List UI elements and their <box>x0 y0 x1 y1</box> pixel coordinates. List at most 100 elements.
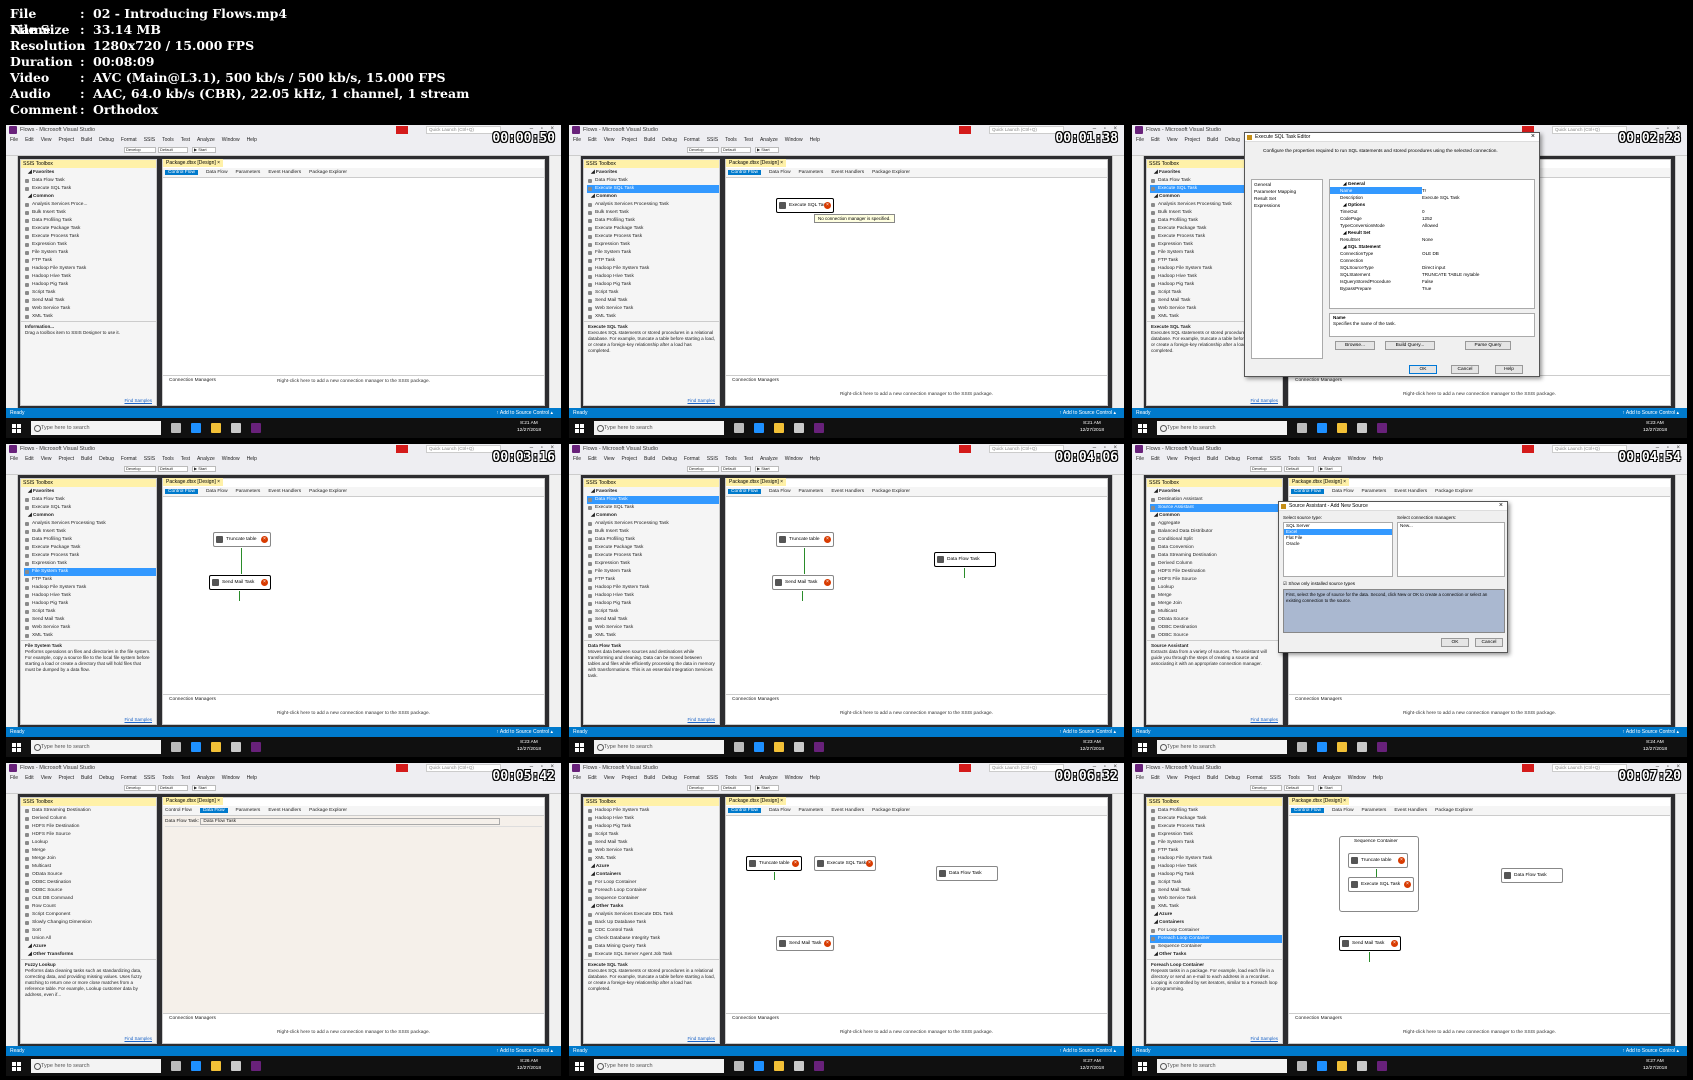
toolbox-item[interactable]: CDC Control Task <box>587 927 719 935</box>
toolbox-item[interactable]: Merge Join <box>1150 600 1282 608</box>
designer-tab[interactable]: Event Handlers <box>831 170 864 175</box>
windows-start-icon[interactable] <box>1138 1061 1147 1071</box>
file-explorer-icon[interactable] <box>774 1061 784 1071</box>
toolbox-item[interactable]: Execute Package Task <box>24 544 156 552</box>
design-canvas[interactable]: Execute SQL Task × No connection manager i… <box>726 178 1107 375</box>
menu-item[interactable]: SSIS <box>144 137 155 143</box>
toolbox-item[interactable]: Foreach Loop Container <box>587 887 719 895</box>
task-view-icon[interactable] <box>734 742 744 752</box>
menu-item[interactable]: File <box>10 456 18 462</box>
menu-item[interactable]: View <box>1167 775 1178 781</box>
edge-icon[interactable] <box>1317 423 1327 433</box>
menu-item[interactable]: Window <box>785 137 803 143</box>
notification-flag-icon[interactable] <box>959 764 971 772</box>
menu-item[interactable]: Test <box>744 137 753 143</box>
property-value[interactable]: Execute SQL Task <box>1422 194 1460 201</box>
toolbox-item[interactable]: Hadoop Hive Task <box>1150 863 1282 871</box>
toolbox-item[interactable]: Send Mail Task <box>587 616 719 624</box>
toolbox-item[interactable]: Web Service Task <box>1150 895 1282 903</box>
toolbox-item[interactable]: Hadoop Hive Task <box>587 592 719 600</box>
toolbox-item[interactable]: Execute Process Task <box>587 233 719 241</box>
tools-icon[interactable] <box>1357 742 1367 752</box>
connection-managers-pane[interactable]: Connection Managers Right-click here to a… <box>1289 1013 1670 1043</box>
toolbox-item[interactable]: Sequence Container <box>587 895 719 903</box>
platform-dropdown[interactable]: Default <box>1284 466 1314 472</box>
toolbox-item[interactable]: Execute SQL Task <box>587 185 719 193</box>
designer-tab[interactable]: Parameters <box>236 808 261 813</box>
menu-item[interactable]: Build <box>81 137 92 143</box>
menu-item[interactable]: Format <box>1247 775 1263 781</box>
menu-item[interactable]: Debug <box>1225 775 1240 781</box>
toolbox-item[interactable]: Sequence Container <box>1150 943 1282 951</box>
toolbox-item[interactable]: Multicast <box>24 863 156 871</box>
toolbox-item[interactable]: HDFS File Destination <box>24 823 156 831</box>
toolbox-item[interactable]: Execute Package Task <box>587 225 719 233</box>
file-explorer-icon[interactable] <box>211 1061 221 1071</box>
config-dropdown[interactable]: Develop <box>1250 785 1282 791</box>
toolbox-item[interactable]: Merge <box>1150 592 1282 600</box>
toolbox-item[interactable]: Expression Task <box>1150 831 1282 839</box>
toolbox-item[interactable]: Expression Task <box>24 241 156 249</box>
windows-start-icon[interactable] <box>12 423 21 433</box>
visual-studio-icon[interactable] <box>1377 423 1387 433</box>
designer-tab[interactable]: Data Flow <box>206 170 228 175</box>
visual-studio-icon[interactable] <box>1377 1061 1387 1071</box>
menu-item[interactable]: Test <box>744 775 753 781</box>
toolbox-item[interactable]: Data Flow Task <box>587 177 719 185</box>
menu-item[interactable]: Build <box>81 775 92 781</box>
menu-item[interactable]: Debug <box>662 456 677 462</box>
toolbox-item[interactable]: Execute Process Task <box>24 233 156 241</box>
property-row[interactable]: Connection <box>1330 257 1534 264</box>
toolbox-item[interactable]: Hadoop Pig Task <box>24 281 156 289</box>
precedence-arrow[interactable] <box>1369 952 1370 962</box>
dialog-buildquery-button[interactable]: Build Query... <box>1385 341 1435 350</box>
toolbox-item[interactable]: Script Task <box>24 289 156 297</box>
toolbox-item[interactable]: Execute SQL Server Agent Job Task <box>587 951 719 959</box>
toolbox-item[interactable]: Hadoop File System Task <box>1150 855 1282 863</box>
document-tab[interactable]: Package.dtsx [Design] × <box>726 797 787 805</box>
menu-item[interactable]: SSIS <box>1270 456 1281 462</box>
designer-tab[interactable]: Package Explorer <box>309 489 347 494</box>
toolbox-item[interactable]: Hadoop Pig Task <box>587 823 719 831</box>
toolbox-group[interactable]: ◢ Other Tasks <box>587 903 719 911</box>
taskbar-search[interactable]: Type here to search <box>31 421 161 435</box>
toolbox-item[interactable]: Aggregate <box>1150 520 1282 528</box>
toolbox-item[interactable]: Multicast <box>1150 608 1282 616</box>
file-explorer-icon[interactable] <box>774 423 784 433</box>
property-row[interactable]: Description Execute SQL Task <box>1330 194 1534 201</box>
designer-tab[interactable]: Parameters <box>799 170 824 175</box>
dialog-ok-button[interactable]: OK <box>1441 638 1469 647</box>
menu-item[interactable]: Format <box>684 456 700 462</box>
menu-item[interactable]: Edit <box>25 137 34 143</box>
add-to-source-control[interactable]: ↑ Add to Source Control ▴ <box>1622 1046 1679 1056</box>
toolbox-item[interactable]: Execute Package Task <box>587 544 719 552</box>
toolbox-item[interactable]: Sort <box>24 927 156 935</box>
menu-item[interactable]: Analyze <box>760 137 778 143</box>
task-view-icon[interactable] <box>1297 742 1307 752</box>
toolbox-item[interactable]: Execute SQL Task <box>24 504 156 512</box>
menu-item[interactable]: View <box>41 137 52 143</box>
config-dropdown[interactable]: Develop <box>124 147 156 153</box>
toolbox-item[interactable]: Hadoop File System Task <box>24 265 156 273</box>
add-to-source-control[interactable]: ↑ Add to Source Control ▴ <box>496 1046 553 1056</box>
designer-tab[interactable]: Data Flow <box>1332 489 1354 494</box>
menu-item[interactable]: Test <box>181 775 190 781</box>
toolbox-item[interactable]: XML Task <box>1150 903 1282 911</box>
toolbox-item[interactable]: Execute Process Task <box>1150 823 1282 831</box>
edge-icon[interactable] <box>754 1061 764 1071</box>
find-samples-link[interactable]: Find Samples <box>1250 717 1278 722</box>
platform-dropdown[interactable]: Default <box>158 785 188 791</box>
quick-launch-input[interactable]: Quick Launch (Ctrl+Q) <box>989 764 1064 772</box>
toolbox-item[interactable]: ODBC Destination <box>24 879 156 887</box>
property-value[interactable]: Tr <box>1422 187 1426 194</box>
start-button[interactable]: ▶ Start <box>192 466 216 472</box>
menu-item[interactable]: Analyze <box>197 775 215 781</box>
edge-icon[interactable] <box>191 742 201 752</box>
windows-start-icon[interactable] <box>1138 742 1147 752</box>
designer-tab[interactable]: Control Flow <box>165 489 198 494</box>
designer-tab[interactable]: Data Flow <box>769 489 791 494</box>
dialog-close-icon[interactable]: × <box>1499 502 1503 509</box>
precedence-arrow[interactable] <box>964 568 965 578</box>
toolbox-item[interactable]: XML Task <box>24 632 156 640</box>
menu-item[interactable]: Analyze <box>760 456 778 462</box>
